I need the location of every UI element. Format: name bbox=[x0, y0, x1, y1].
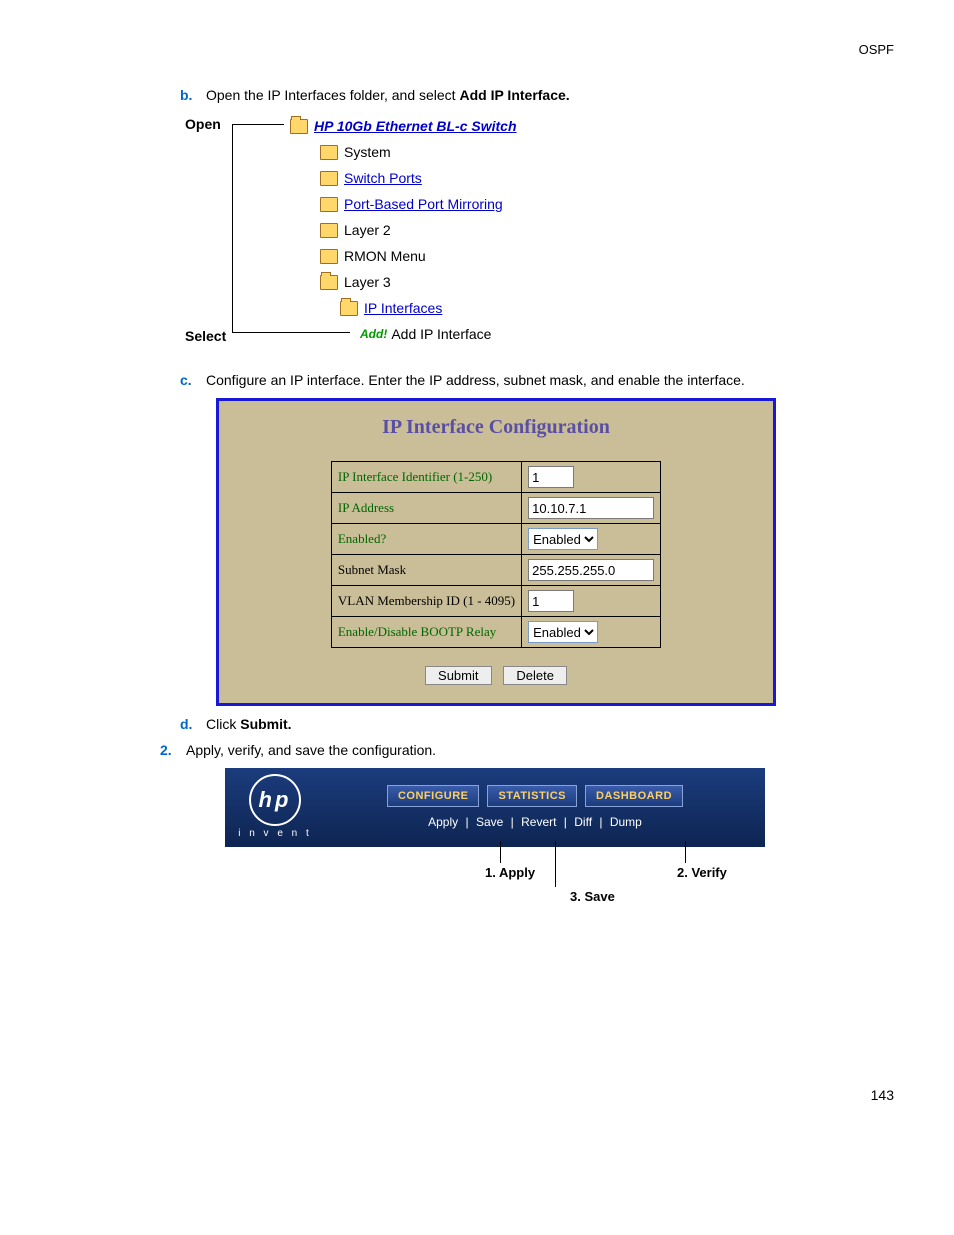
hp-logo: hp i n v e n t bbox=[235, 774, 315, 839]
hp-logo-sub: i n v e n t bbox=[235, 828, 315, 839]
hp-toolbar: hp i n v e n t CONFIGURE STATISTICS DASHBO… bbox=[225, 768, 765, 847]
step-d-marker: d. bbox=[180, 716, 198, 732]
config-value-cell: Enabled bbox=[522, 524, 661, 555]
tree-item-label: System bbox=[344, 144, 391, 160]
config-row: IP Address bbox=[331, 493, 660, 524]
config-title: IP Interface Configuration bbox=[239, 416, 753, 439]
step-b-marker: b. bbox=[180, 87, 198, 103]
folder-open-icon bbox=[290, 119, 308, 134]
step-c: c. Configure an IP interface. Enter the … bbox=[60, 372, 894, 388]
nav-tree: Open Select HP 10Gb Ethernet BL-c Switch… bbox=[240, 113, 894, 347]
hp-tabs: CONFIGURE STATISTICS DASHBOARD bbox=[315, 785, 755, 807]
separator: | bbox=[596, 815, 606, 829]
config-label: IP Address bbox=[331, 493, 521, 524]
tree-add-ip-interface[interactable]: Add! Add IP Interface bbox=[240, 321, 894, 347]
tree-item-label[interactable]: Port-Based Port Mirroring bbox=[344, 196, 503, 212]
step-d: d. Click Submit. bbox=[60, 716, 894, 732]
folder-open-icon bbox=[340, 301, 358, 316]
hp-tab[interactable]: DASHBOARD bbox=[585, 785, 683, 807]
folder-icon bbox=[320, 275, 338, 290]
config-value-cell bbox=[522, 462, 661, 493]
tree-root-label[interactable]: HP 10Gb Ethernet BL-c Switch bbox=[314, 118, 517, 134]
ip-interface-config-panel: IP Interface Configuration IP Interface … bbox=[216, 398, 776, 706]
hp-link[interactable]: Revert bbox=[521, 815, 556, 829]
folder-icon bbox=[320, 171, 338, 186]
tree-sub-ip-interfaces[interactable]: IP Interfaces bbox=[240, 295, 894, 321]
hp-tab[interactable]: STATISTICS bbox=[487, 785, 577, 807]
step-b: b. Open the IP Interfaces folder, and se… bbox=[60, 87, 894, 103]
config-row: Enable/Disable BOOTP Relay Enabled bbox=[331, 617, 660, 648]
step-b-text: Open the IP Interfaces folder, and selec… bbox=[206, 87, 570, 103]
step-2-marker: 2. bbox=[160, 742, 178, 758]
folder-icon bbox=[320, 145, 338, 160]
config-row: IP Interface Identifier (1-250) bbox=[331, 462, 660, 493]
config-select[interactable]: Enabled bbox=[528, 528, 598, 550]
tree-item[interactable]: System bbox=[240, 139, 894, 165]
step-d-text: Click Submit. bbox=[206, 716, 292, 732]
step-d-pre: Click bbox=[206, 716, 240, 732]
tree-item[interactable]: Layer 3 bbox=[240, 269, 894, 295]
config-input[interactable] bbox=[528, 497, 654, 519]
add-icon: Add! bbox=[360, 327, 387, 341]
tree-item[interactable]: RMON Menu bbox=[240, 243, 894, 269]
separator: | bbox=[507, 815, 517, 829]
step-2-text: Apply, verify, and save the configuratio… bbox=[186, 742, 436, 758]
step-b-pre: Open the IP Interfaces folder, and selec… bbox=[206, 87, 459, 103]
annot-verify: 2. Verify bbox=[677, 865, 727, 880]
tree-item-label: Layer 2 bbox=[344, 222, 391, 238]
folder-icon bbox=[320, 223, 338, 238]
hp-link[interactable]: Diff bbox=[574, 815, 592, 829]
tree-add-label[interactable]: Add IP Interface bbox=[391, 326, 491, 342]
toolbar-annotations: 1. Apply 2. Verify 3. Save bbox=[225, 847, 765, 907]
tree-item[interactable]: Port-Based Port Mirroring bbox=[240, 191, 894, 217]
config-label: Enable/Disable BOOTP Relay bbox=[331, 617, 521, 648]
config-value-cell bbox=[522, 493, 661, 524]
config-label: Subnet Mask bbox=[331, 555, 521, 586]
config-value-cell bbox=[522, 555, 661, 586]
tree-root[interactable]: HP 10Gb Ethernet BL-c Switch bbox=[240, 113, 894, 139]
config-label: VLAN Membership ID (1 - 4095) bbox=[331, 586, 521, 617]
config-label: IP Interface Identifier (1-250) bbox=[331, 462, 521, 493]
config-input[interactable] bbox=[528, 559, 654, 581]
config-row: Enabled? Enabled bbox=[331, 524, 660, 555]
delete-button[interactable]: Delete bbox=[503, 666, 567, 685]
tree-select-label: Select bbox=[185, 328, 226, 344]
step-b-bold: Add IP Interface. bbox=[459, 87, 569, 103]
annot-apply: 1. Apply bbox=[485, 865, 535, 880]
config-table: IP Interface Identifier (1-250)IP Addres… bbox=[331, 461, 661, 648]
folder-icon bbox=[320, 249, 338, 264]
folder-icon bbox=[320, 197, 338, 212]
page-number: 143 bbox=[60, 1087, 894, 1103]
tree-open-label: Open bbox=[185, 116, 221, 132]
submit-button[interactable]: Submit bbox=[425, 666, 491, 685]
hp-tab[interactable]: CONFIGURE bbox=[387, 785, 480, 807]
config-value-cell bbox=[522, 586, 661, 617]
step-d-bold: Submit. bbox=[240, 716, 291, 732]
tree-sub-label[interactable]: IP Interfaces bbox=[364, 300, 442, 316]
separator: | bbox=[560, 815, 570, 829]
config-label: Enabled? bbox=[331, 524, 521, 555]
tree-item[interactable]: Switch Ports bbox=[240, 165, 894, 191]
tree-item-label: RMON Menu bbox=[344, 248, 426, 264]
tree-item-label: Layer 3 bbox=[344, 274, 391, 290]
step-2: 2. Apply, verify, and save the configura… bbox=[60, 742, 894, 758]
hp-link[interactable]: Save bbox=[476, 815, 503, 829]
separator: | bbox=[462, 815, 472, 829]
config-row: Subnet Mask bbox=[331, 555, 660, 586]
hp-link[interactable]: Apply bbox=[428, 815, 458, 829]
config-select[interactable]: Enabled bbox=[528, 621, 598, 643]
hp-logo-icon: hp bbox=[249, 774, 301, 826]
step-c-marker: c. bbox=[180, 372, 198, 388]
section-header: OSPF bbox=[60, 42, 894, 57]
config-input[interactable] bbox=[528, 466, 574, 488]
config-input[interactable] bbox=[528, 590, 574, 612]
tree-item-label[interactable]: Switch Ports bbox=[344, 170, 422, 186]
config-row: VLAN Membership ID (1 - 4095) bbox=[331, 586, 660, 617]
step-c-text: Configure an IP interface. Enter the IP … bbox=[206, 372, 745, 388]
tree-item[interactable]: Layer 2 bbox=[240, 217, 894, 243]
hp-links: Apply | Save | Revert | Diff | Dump bbox=[315, 815, 755, 829]
config-value-cell: Enabled bbox=[522, 617, 661, 648]
annot-save: 3. Save bbox=[570, 889, 615, 904]
hp-link[interactable]: Dump bbox=[610, 815, 642, 829]
